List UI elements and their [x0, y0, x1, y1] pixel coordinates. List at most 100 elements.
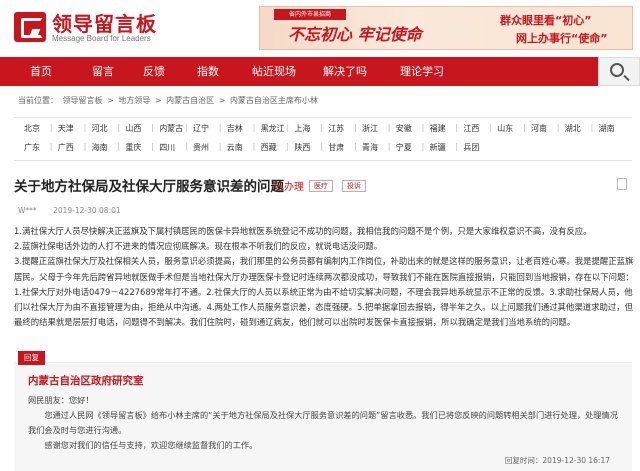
logo-icon[interactable]	[14, 12, 46, 42]
region-link[interactable]: 安徽	[396, 123, 412, 134]
banner[interactable]: 省内外市县招商 不忘初心 牢记使命 群众眼里看“初心” 网上办事行“使命”	[259, 6, 633, 50]
region-separator: |	[49, 123, 53, 132]
nav-item-theory[interactable]: 理论学习	[400, 57, 444, 86]
region-separator: |	[252, 142, 256, 151]
region-link[interactable]: 青海	[362, 142, 378, 153]
region-link[interactable]: 新疆	[430, 142, 446, 153]
region-link[interactable]: 海南	[92, 142, 108, 153]
region-separator: |	[185, 142, 188, 151]
region-separator: |	[421, 142, 425, 151]
banner-line-2: 网上办事行“使命”	[516, 32, 608, 45]
region-link[interactable]: 山西	[125, 123, 141, 134]
breadcrumb-sep: >	[154, 96, 162, 105]
banner-slogan: 不忘初心 牢记使命	[288, 25, 422, 44]
region-separator: |	[117, 123, 121, 132]
region-link[interactable]: 河北	[92, 123, 108, 134]
region-separator: |	[83, 123, 87, 132]
nav-item-scene[interactable]: 帖近现场	[252, 57, 296, 86]
breadcrumb: 当前位置： 领导留言板 > 地方领导 > 内蒙古自治区 > 内蒙古自治区主席布小…	[18, 95, 320, 106]
region-link[interactable]: 重庆	[125, 142, 141, 153]
tag-complaint[interactable]: 投诉	[342, 180, 366, 192]
region-link[interactable]: 河南	[531, 123, 547, 134]
reply-text-1: 您通过人民网《领导留言板》给布小林主席的“关于地方社保局及社保大厅服务意识差的问…	[28, 410, 618, 435]
reply-text-2: 感谢您对我们的信任与支持，欢迎您继续监督我们的工作。	[44, 440, 258, 450]
region-separator: |	[387, 142, 391, 151]
region-list: 北京 | 天津 | 河北 | 山西 | 内蒙古 | 辽宁 | 吉林 | 黑龙江 | 上海 | 江苏 | 浙江 | 安徽 | 福建…	[14, 117, 632, 161]
main-nav: 首页 留言 反馈 指数 帖近现场 解决了吗 理论学习	[0, 57, 640, 86]
region-link[interactable]: 北京	[24, 123, 40, 134]
region-separator: |	[117, 142, 121, 151]
region-link[interactable]: 黑龙江	[261, 123, 285, 134]
region-separator: |	[489, 123, 492, 132]
region-separator: |	[590, 123, 594, 132]
search-icon	[610, 63, 624, 77]
region-separator: |	[455, 123, 459, 132]
region-separator: |	[354, 142, 357, 151]
region-link[interactable]: 浙江	[362, 123, 378, 134]
region-link[interactable]: 辽宁	[193, 123, 209, 134]
region-separator: |	[387, 123, 391, 132]
tag-medical[interactable]: 医疗	[309, 180, 333, 192]
region-link[interactable]: 上海	[294, 123, 310, 134]
region-link[interactable]: 兵团	[463, 142, 479, 153]
region-separator: |	[556, 123, 560, 132]
post-meta: W*** 2019-12-30 08:01	[18, 206, 121, 215]
nav-item-message[interactable]: 留言	[92, 57, 114, 86]
breadcrumb-leader[interactable]: 内蒙古自治区主席布小林	[230, 96, 318, 105]
region-link[interactable]: 广东	[24, 142, 40, 153]
share-icon[interactable]	[617, 178, 627, 190]
search-button[interactable]	[598, 57, 640, 86]
region-separator: |	[49, 142, 53, 151]
region-link[interactable]: 广西	[58, 142, 74, 153]
region-link[interactable]: 天津	[58, 123, 74, 134]
region-link[interactable]: 陕西	[294, 142, 310, 153]
region-separator: |	[218, 142, 222, 151]
region-link[interactable]: 宁夏	[396, 142, 412, 153]
region-link[interactable]: 贵州	[193, 142, 209, 153]
breadcrumb-local[interactable]: 地方领导	[118, 96, 150, 105]
page: 领导留言板 Message Board for Leaders 省内外市县招商 …	[0, 0, 640, 471]
reply-box: 内蒙古自治区政府研究室 网民朋友：您好！ 您通过人民网《领导留言板》给布小林主席…	[14, 362, 632, 471]
region-separator: |	[421, 123, 425, 132]
nav-item-home[interactable]: 首页	[30, 57, 52, 86]
post-paragraph-1: 1.满社保大厅人员尽快解决正蓝旗及下属村镇居民的医保卡异地就医系统登记不成功的问…	[14, 226, 592, 236]
region-link[interactable]: 吉林	[227, 123, 243, 134]
region-link[interactable]: 山东	[497, 123, 513, 134]
post-paragraph-3: 3.提醒正蓝旗社保大厅及社保相关人员，服务意识必须提高，我们那里的公务员都有编制…	[14, 256, 634, 328]
region-separator: |	[286, 142, 290, 151]
nav-item-solved[interactable]: 解决了吗	[323, 57, 367, 86]
region-separator: |	[354, 123, 357, 132]
logo-title[interactable]: 领导留言板	[52, 8, 157, 37]
nav-item-index[interactable]: 指数	[197, 57, 219, 86]
logo-subtitle: Message Board for Leaders	[52, 34, 151, 43]
region-link[interactable]: 湖北	[565, 123, 581, 134]
region-link[interactable]: 湖南	[599, 123, 615, 134]
breadcrumb-sep: >	[107, 96, 114, 105]
region-separator: |	[185, 123, 188, 132]
reply-date: 回复时间：2019-12-30 16:17	[504, 456, 610, 465]
region-separator: |	[286, 123, 290, 132]
reply-label: 回复	[18, 351, 45, 365]
breadcrumb-region[interactable]: 内蒙古自治区	[166, 96, 214, 105]
region-link[interactable]: 甘肃	[328, 142, 344, 153]
breadcrumb-board[interactable]: 领导留言板	[63, 96, 103, 105]
region-link[interactable]: 云南	[227, 142, 243, 153]
region-link[interactable]: 江西	[463, 123, 479, 134]
region-separator: |	[151, 142, 154, 151]
region-separator: |	[218, 123, 222, 132]
nav-item-feedback[interactable]: 反馈	[143, 57, 165, 86]
region-link[interactable]: 内蒙古	[159, 123, 183, 134]
region-separator: |	[320, 142, 323, 151]
reply-body: 网民朋友：您好！ 您通过人民网《领导留言板》给布小林主席的“关于地方社保局及社保…	[28, 393, 624, 453]
region-separator: |	[523, 123, 526, 132]
banner-badge: 省内外市县招商	[274, 9, 346, 20]
site-header: 领导留言板 Message Board for Leaders 省内外市县招商 …	[0, 0, 640, 54]
status-badge: 已办理	[274, 182, 304, 193]
region-separator: |	[455, 142, 459, 151]
post-date: 2019-12-30 08:01	[53, 206, 121, 215]
region-link[interactable]: 福建	[430, 123, 446, 134]
region-link[interactable]: 西藏	[261, 142, 277, 153]
post-author: W***	[18, 206, 37, 215]
region-link[interactable]: 四川	[159, 142, 175, 153]
region-link[interactable]: 江苏	[328, 123, 344, 134]
